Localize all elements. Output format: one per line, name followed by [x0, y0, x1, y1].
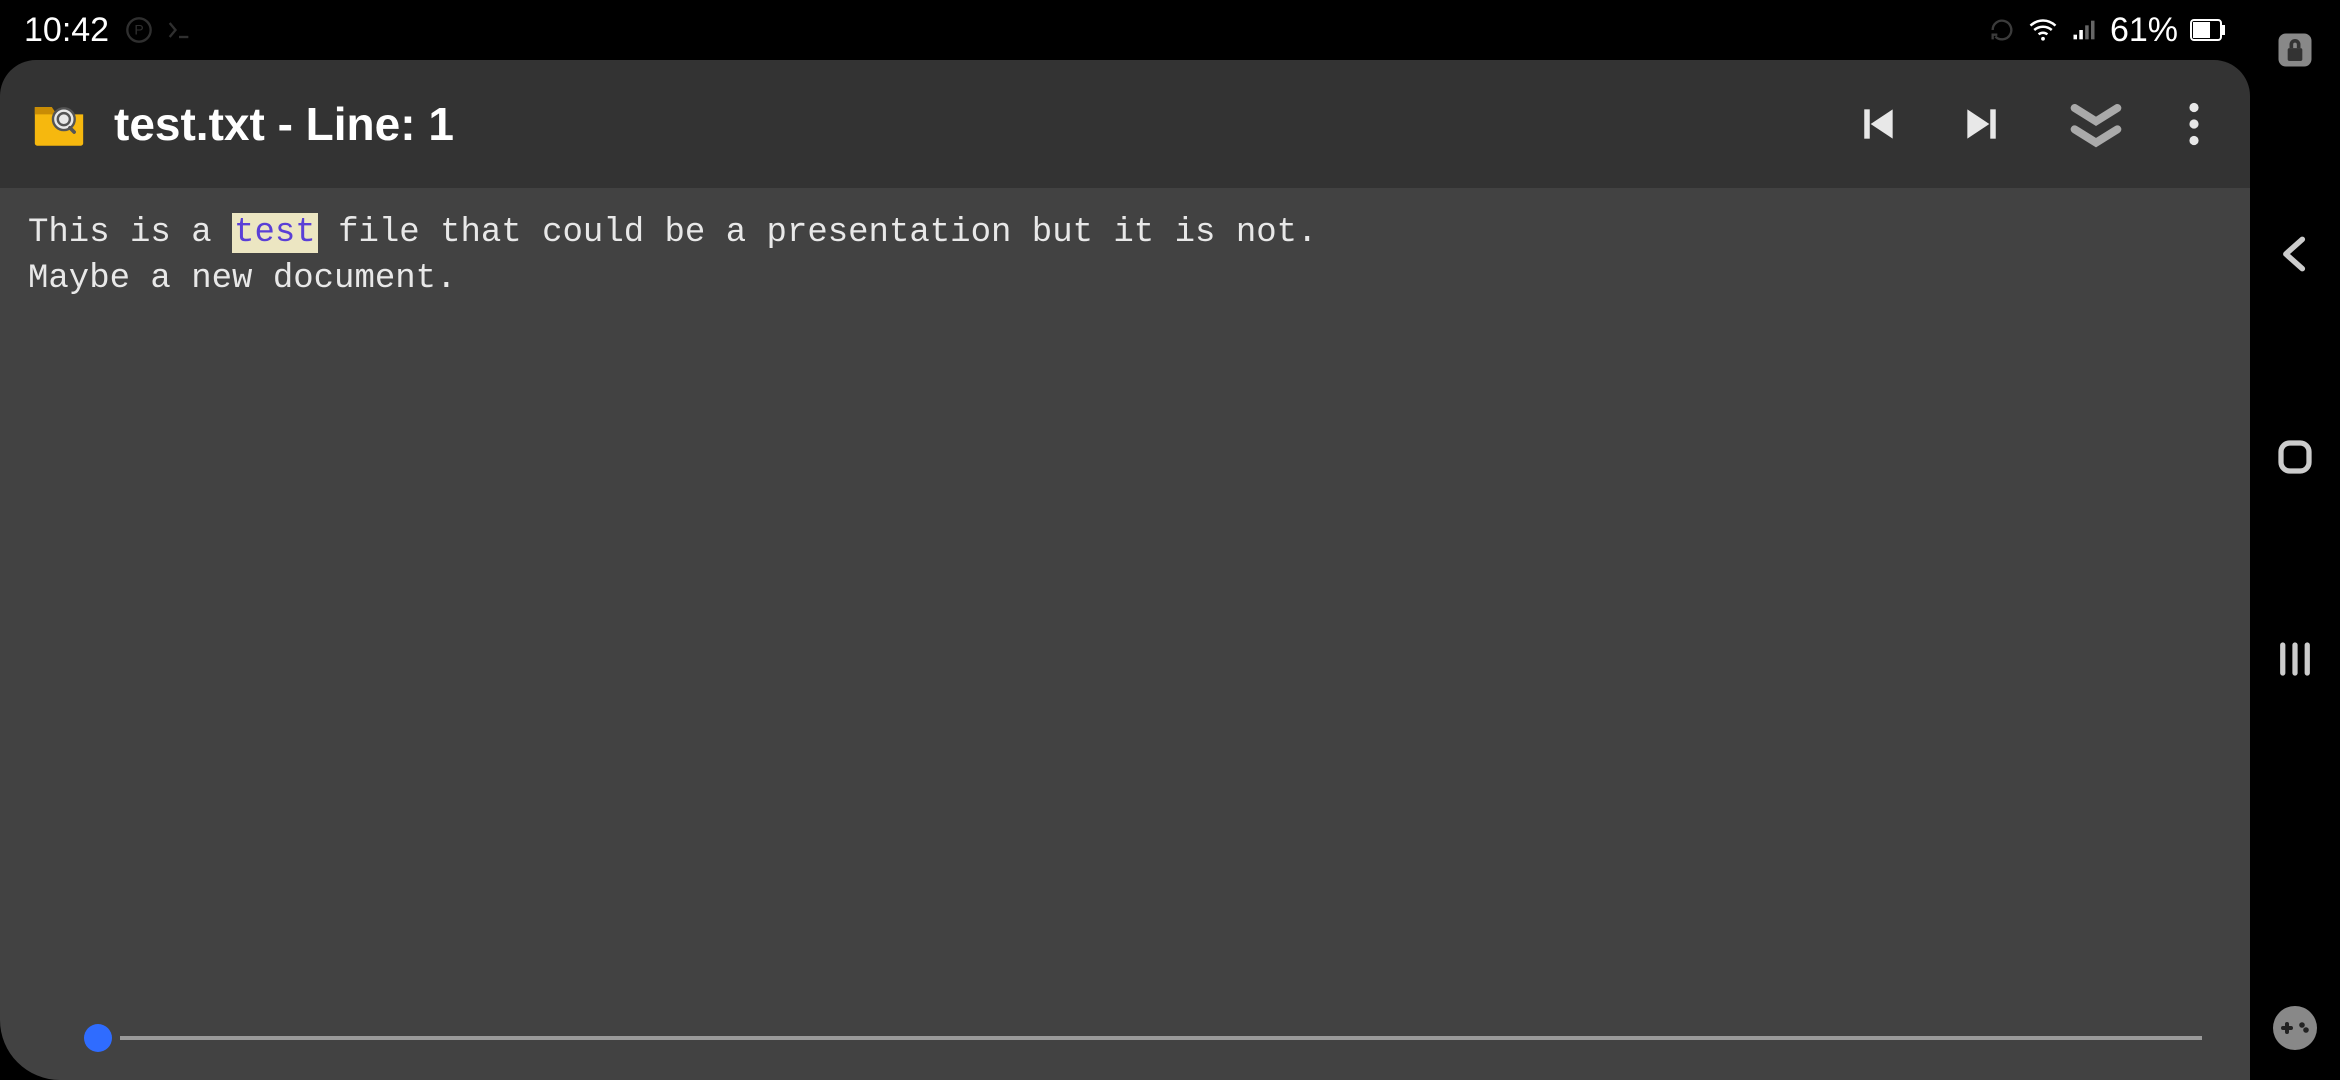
- system-nav-right: [2250, 0, 2340, 1080]
- progress-scrollbar[interactable]: [120, 1036, 2202, 1040]
- app-bar: test.txt - Line: 1: [0, 60, 2250, 188]
- status-left: 10:42 P: [24, 11, 193, 50]
- status-notification-icons: P: [125, 16, 193, 44]
- text-segment: file that could be a presentation but it…: [318, 214, 1318, 252]
- text-line-1: This is a test file that could be a pres…: [28, 210, 2222, 256]
- svg-text:P: P: [134, 22, 143, 38]
- app-actions: [1856, 92, 2200, 156]
- nav-home-button[interactable]: [2274, 436, 2316, 478]
- next-button[interactable]: [1960, 102, 2004, 146]
- game-controller-icon[interactable]: [2271, 1004, 2319, 1052]
- wifi-icon: [2028, 15, 2058, 45]
- status-bar: 10:42 P 61%: [0, 0, 2250, 60]
- highlighted-match: test: [232, 213, 318, 253]
- prompt-icon: [165, 16, 193, 44]
- status-right: 61%: [1988, 11, 2226, 50]
- more-menu-button[interactable]: [2188, 102, 2200, 146]
- expand-down-button[interactable]: [2064, 92, 2128, 156]
- battery-icon: [2190, 19, 2226, 41]
- signal-icon: [2070, 16, 2098, 44]
- nav-back-button[interactable]: [2273, 232, 2317, 276]
- text-content-area[interactable]: This is a test file that could be a pres…: [0, 188, 2250, 1080]
- clock: 10:42: [24, 11, 109, 50]
- text-segment: This is a: [28, 214, 232, 252]
- nav-recents-button[interactable]: [2274, 638, 2316, 680]
- lock-app-icon[interactable]: [2273, 28, 2317, 72]
- folder-search-icon: [30, 95, 88, 153]
- previous-button[interactable]: [1856, 102, 1900, 146]
- refresh-icon: [1988, 16, 2016, 44]
- battery-text: 61%: [2110, 11, 2178, 50]
- app-title: test.txt - Line: 1: [114, 97, 1830, 151]
- terminal-icon: P: [125, 16, 153, 44]
- text-line-2: Maybe a new document.: [28, 256, 2222, 302]
